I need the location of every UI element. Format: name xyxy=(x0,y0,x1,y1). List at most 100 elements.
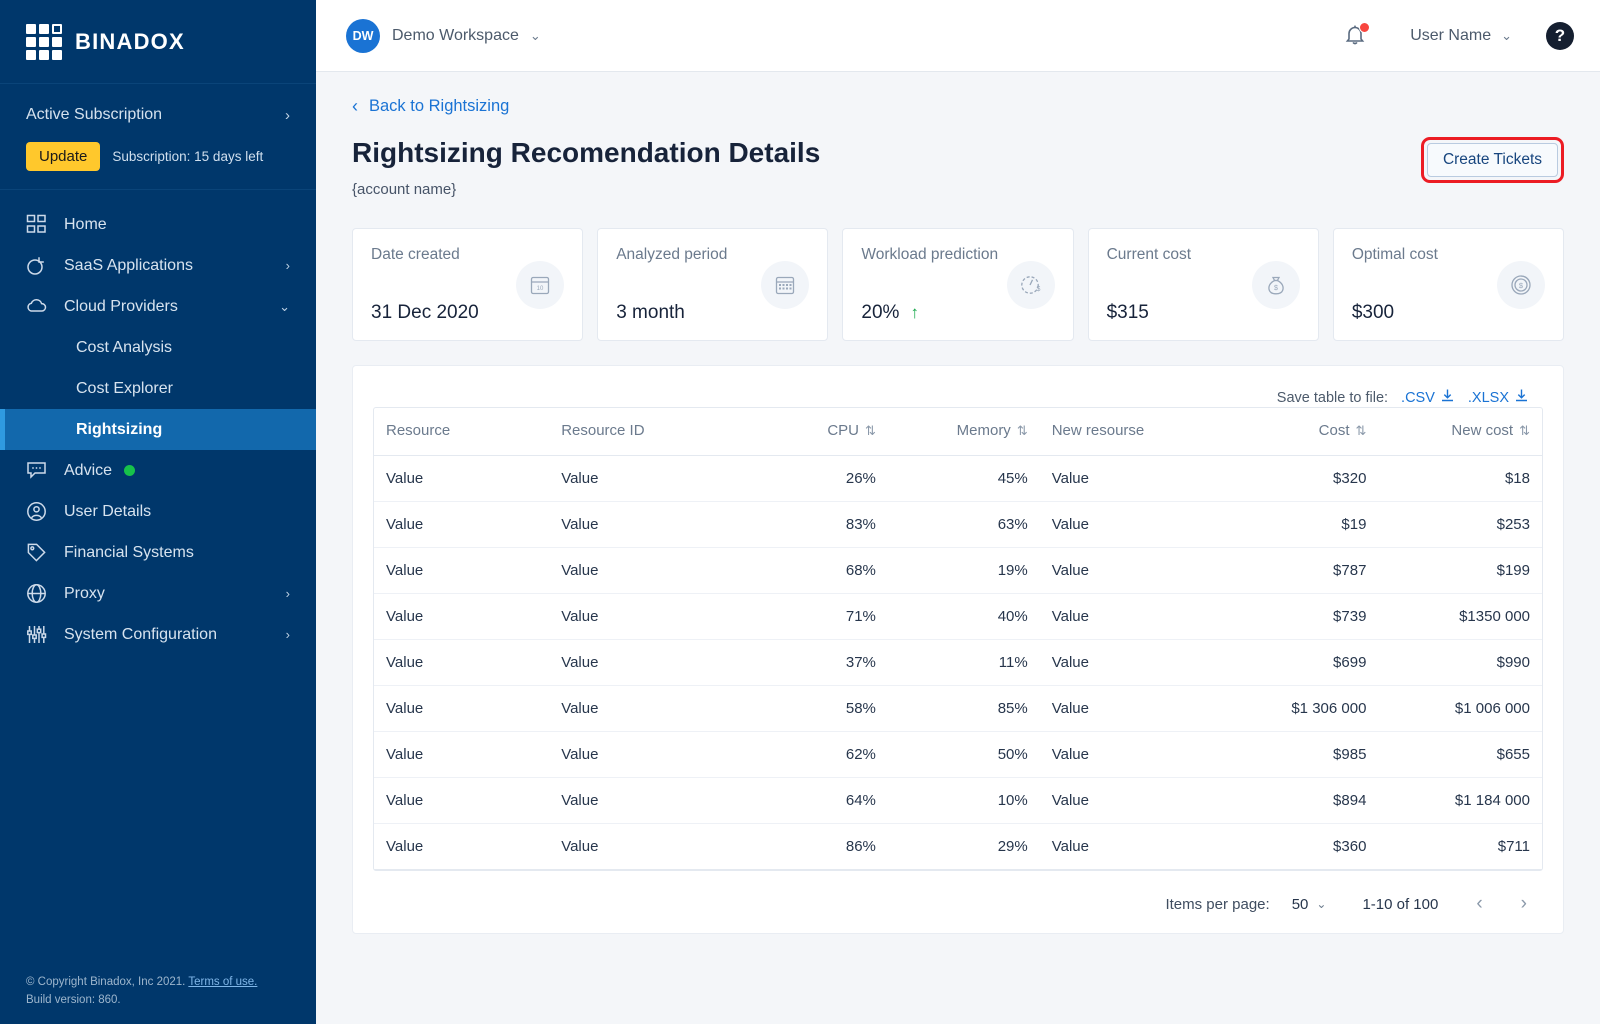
cell-new-resourse: Value xyxy=(1039,547,1204,594)
sort-updown-icon[interactable]: ⇅ xyxy=(1519,423,1530,438)
metric-card-analyzed-period: Analyzed period 3 month xyxy=(597,228,829,341)
cell-resource-id: Value xyxy=(549,685,748,732)
svg-text:$: $ xyxy=(1036,286,1040,293)
chevron-down-icon[interactable]: ⌄ xyxy=(530,28,541,44)
prev-page-button[interactable]: ‹ xyxy=(1476,893,1482,915)
table-row[interactable]: Value Value 64% 10% Value $894 $1 184 00… xyxy=(374,777,1542,824)
column-header-cost[interactable]: Cost ⇅ xyxy=(1203,408,1379,456)
sidebar-item-system-configuration[interactable]: System Configuration › xyxy=(0,614,316,655)
sidebar-item-saas-applications[interactable]: SaaS Applications › xyxy=(0,245,316,286)
column-label: CPU xyxy=(827,422,859,439)
sidebar-item-user-details[interactable]: User Details xyxy=(0,491,316,532)
card-value: $300 xyxy=(1351,302,1395,323)
table-row[interactable]: Value Value 37% 11% Value $699 $990 xyxy=(374,639,1542,686)
pie-chart-icon xyxy=(26,255,52,277)
sidebar-item-cost-explorer[interactable]: Cost Explorer xyxy=(0,368,316,409)
card-value: 3 month xyxy=(616,302,685,323)
cell-new-cost: $655 xyxy=(1378,731,1542,778)
card-value: $315 xyxy=(1106,302,1149,323)
app-root: BINADOX Active Subscription › Update Sub… xyxy=(0,0,1600,1024)
active-subscription-row[interactable]: Active Subscription › xyxy=(26,106,290,124)
sidebar: BINADOX Active Subscription › Update Sub… xyxy=(0,0,316,1024)
chevron-down-icon[interactable]: ⌄ xyxy=(1316,897,1326,911)
card-value: 20% ↑ xyxy=(861,302,998,324)
table-row[interactable]: Value Value 26% 45% Value $320 $18 xyxy=(374,455,1542,502)
column-header-new-cost[interactable]: New cost ⇅ xyxy=(1378,408,1542,456)
card-label: Date created xyxy=(371,246,460,263)
cell-new-cost: $1350 000 xyxy=(1378,593,1542,640)
cell-resource: Value xyxy=(374,501,550,548)
save-table-row: Save table to file: .CSV .XLSX xyxy=(373,388,1543,407)
column-label: New cost xyxy=(1451,422,1514,439)
table-row[interactable]: Value Value 71% 40% Value $739 $1350 000 xyxy=(374,593,1542,640)
column-header-memory[interactable]: Memory ⇅ xyxy=(887,408,1040,456)
cell-new-resourse: Value xyxy=(1039,639,1204,686)
recommendations-table-wrapper: Resource Resource ID CPU ⇅ Memory ⇅ New … xyxy=(373,407,1543,871)
sort-updown-icon[interactable]: ⇅ xyxy=(1356,423,1367,438)
brand-logo[interactable]: BINADOX xyxy=(0,0,316,84)
workspace-avatar[interactable]: DW xyxy=(346,18,380,53)
download-icon[interactable] xyxy=(1514,388,1529,407)
column-header-resource[interactable]: Resource xyxy=(374,408,550,456)
table-row[interactable]: Value Value 62% 50% Value $985 $655 xyxy=(374,731,1542,778)
sidebar-item-cost-analysis[interactable]: Cost Analysis xyxy=(0,327,316,368)
cell-cost: $320 xyxy=(1203,455,1379,502)
table-panel: Save table to file: .CSV .XLSX Resource … xyxy=(352,365,1564,934)
sidebar-item-cloud-providers[interactable]: Cloud Providers ⌄ xyxy=(0,286,316,327)
cell-resource: Value xyxy=(374,547,550,594)
sidebar-item-label: System Configuration xyxy=(64,625,217,643)
column-header-new-resourse[interactable]: New resourse xyxy=(1039,408,1204,456)
sidebar-item-home[interactable]: Home xyxy=(0,204,316,245)
download-icon[interactable] xyxy=(1440,388,1455,407)
user-circle-icon xyxy=(26,501,52,523)
user-name[interactable]: User Name xyxy=(1410,27,1491,45)
sidebar-item-proxy[interactable]: Proxy › xyxy=(0,573,316,614)
advice-status-dot-icon xyxy=(124,465,136,476)
sort-updown-icon[interactable]: ⇅ xyxy=(865,423,876,438)
chevron-right-icon: › xyxy=(285,258,290,273)
cell-resource-id: Value xyxy=(549,455,748,502)
create-tickets-button[interactable]: Create Tickets xyxy=(1426,143,1558,177)
column-header-cpu[interactable]: CPU ⇅ xyxy=(747,408,888,456)
subscription-status-row: Update Subscription: 15 days left xyxy=(26,142,290,171)
cell-memory: 19% xyxy=(887,547,1040,594)
trend-up-icon: ↑ xyxy=(910,303,919,322)
export-csv-link[interactable]: .CSV xyxy=(1401,390,1435,406)
subscription-block: Active Subscription › Update Subscriptio… xyxy=(0,84,316,190)
update-button[interactable]: Update xyxy=(26,142,101,171)
column-header-resource-id[interactable]: Resource ID xyxy=(549,408,748,456)
metric-card-date-created: Date created 31 Dec 2020 10 xyxy=(352,228,584,341)
table-row[interactable]: Value Value 58% 85% Value $1 306 000 $1 … xyxy=(374,685,1542,732)
cell-resource-id: Value xyxy=(549,593,748,640)
cell-new-resourse: Value xyxy=(1039,731,1204,778)
terms-of-use-link[interactable]: Terms of use. xyxy=(188,976,257,988)
table-row[interactable]: Value Value 83% 63% Value $19 $253 xyxy=(374,501,1542,548)
sort-updown-icon[interactable]: ⇅ xyxy=(1017,423,1028,438)
sidebar-item-label: Cost Analysis xyxy=(76,338,173,356)
notification-bell-icon[interactable] xyxy=(1344,21,1371,49)
back-to-rightsizing-link[interactable]: ‹ Back to Rightsizing xyxy=(352,96,509,117)
workspace-name[interactable]: Demo Workspace xyxy=(392,27,519,45)
cell-resource-id: Value xyxy=(549,823,748,870)
create-tickets-highlight: Create Tickets xyxy=(1420,137,1564,183)
table-row[interactable]: Value Value 86% 29% Value $360 $711 xyxy=(374,823,1542,870)
svg-text:$: $ xyxy=(1519,281,1524,290)
globe-icon xyxy=(26,583,52,605)
export-xlsx-link[interactable]: .XLSX xyxy=(1468,390,1509,406)
column-label: Memory xyxy=(956,422,1011,439)
help-circle-icon[interactable]: ? xyxy=(1546,21,1574,50)
sidebar-item-advice[interactable]: Advice xyxy=(0,450,316,491)
cell-cpu: 86% xyxy=(747,823,888,870)
next-page-button[interactable]: › xyxy=(1521,893,1527,915)
table-row[interactable]: Value Value 68% 19% Value $787 $199 xyxy=(374,547,1542,594)
cell-resource: Value xyxy=(374,593,550,640)
cloud-icon xyxy=(26,296,52,318)
cell-resource-id: Value xyxy=(549,639,748,686)
build-version-text: Build version: 860. xyxy=(26,994,121,1007)
items-per-page-select[interactable]: 50 xyxy=(1292,896,1309,913)
sidebar-item-financial-systems[interactable]: Financial Systems xyxy=(0,532,316,573)
sidebar-item-rightsizing[interactable]: Rightsizing xyxy=(0,409,316,450)
sidebar-item-label: SaaS Applications xyxy=(64,256,193,274)
chevron-down-icon[interactable]: ⌄ xyxy=(1501,28,1512,44)
metric-card-optimal-cost: Optimal cost $300 $ xyxy=(1332,228,1565,341)
